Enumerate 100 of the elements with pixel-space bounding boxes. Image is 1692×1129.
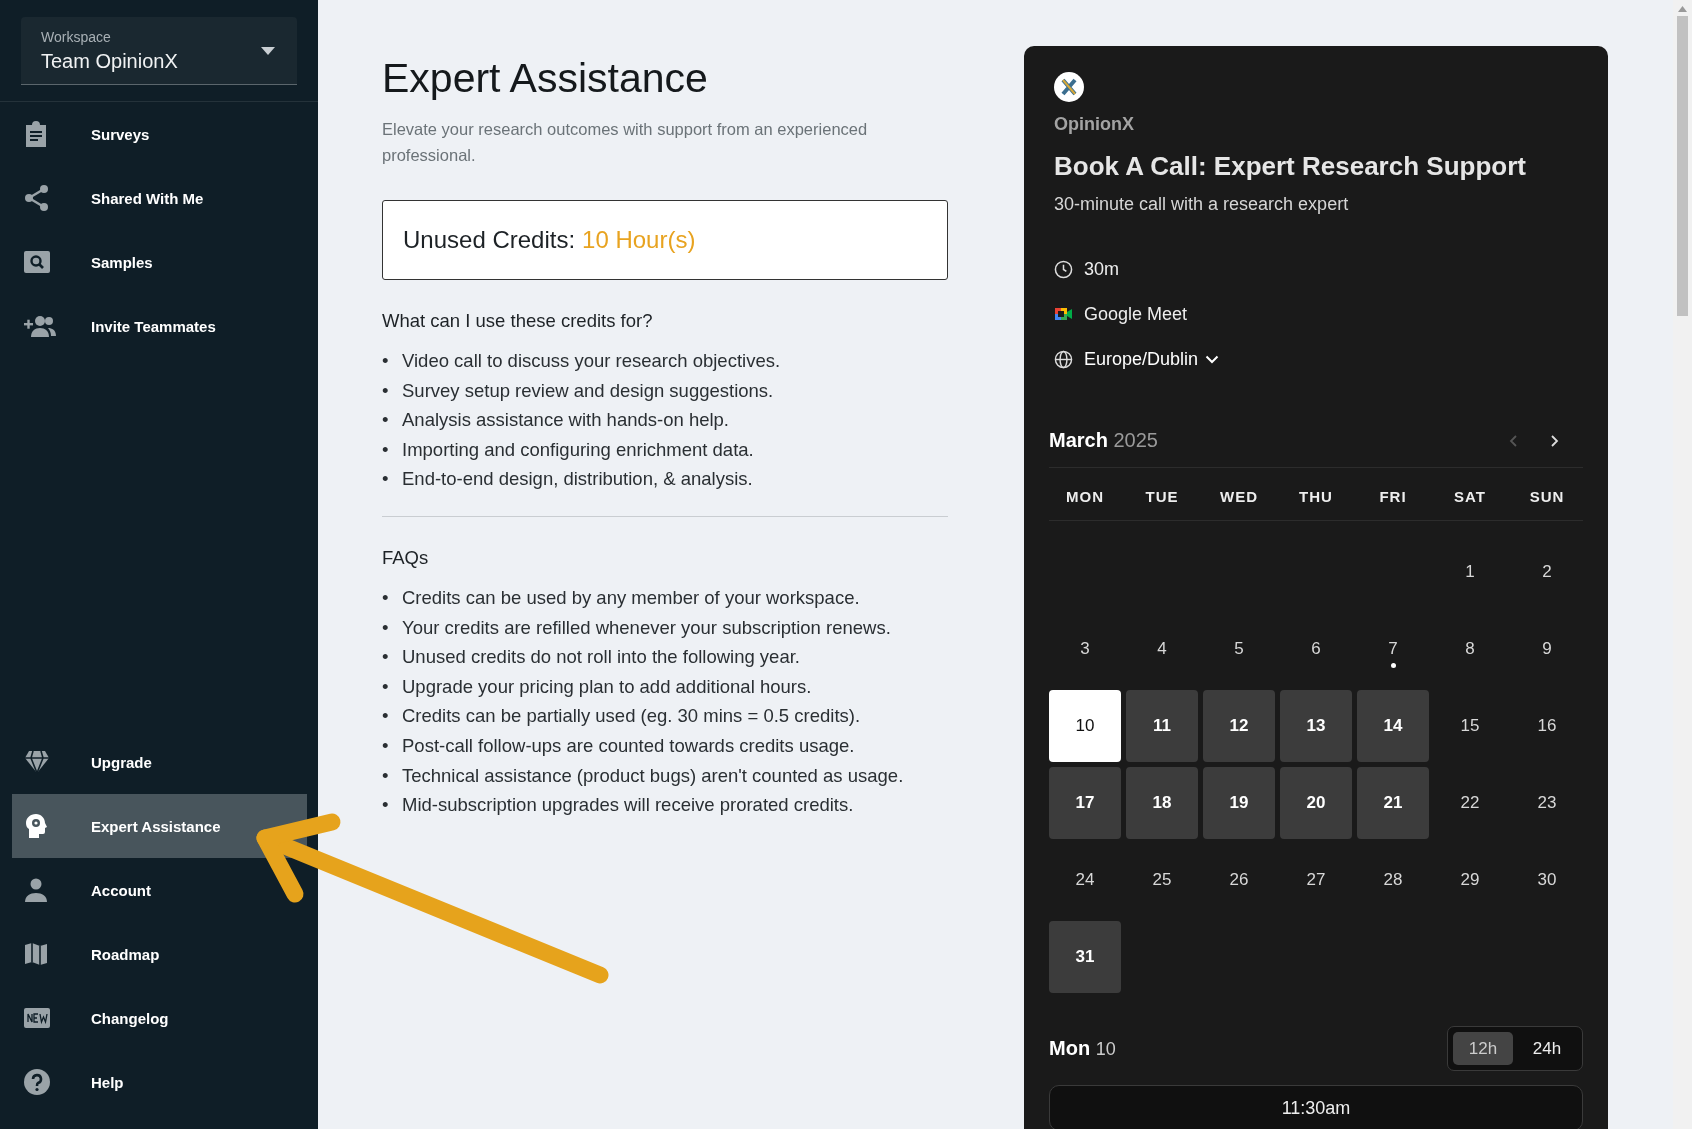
scrollbar[interactable] [1673,0,1692,1129]
calendar-day[interactable]: 13 [1280,690,1352,762]
bullet-item: • Post-call follow-ups are counted towards credits usage. [382,733,855,758]
bullet-item: • End-to-end design, distribution, & analysis. [382,467,753,492]
bullet-item: • Upgrade your pricing plan to add additional hours. [382,674,812,699]
event-description: 30-minute call with a research expert [1054,194,1350,215]
add-people-icon [24,315,56,337]
sidebar-item[interactable]: Expert Assistance [12,794,307,858]
sidebar-item[interactable]: Samples [12,230,307,294]
calendar-day: 30 [1511,844,1583,916]
month-label: March 2025 [1049,429,1158,452]
calendar-day: 27 [1280,844,1352,916]
calendar-day: 28 [1357,844,1429,916]
calendar-day[interactable]: 31 [1049,921,1121,993]
diamond-icon [24,750,50,774]
calendar-day[interactable]: 20 [1280,767,1352,839]
help-icon [24,1069,50,1095]
calendar-day: 26 [1203,844,1275,916]
chevron-left-icon [1509,433,1519,448]
workspace-label: Workspace [41,28,112,45]
calendar-day: 7 [1357,613,1429,685]
calendar-day[interactable]: 21 [1357,767,1429,839]
page-subtitle: Elevate your research outcomes with support from an experienced professional. [382,119,869,166]
weekday-label: WED [1219,488,1259,505]
calendar-day: 23 [1511,767,1583,839]
calendar-day: 29 [1434,844,1506,916]
calendar-day[interactable]: 14 [1357,690,1429,762]
bullet-item: • Unused credits do not roll into the following year. [382,645,800,670]
dropdown-caret-icon [261,46,275,55]
calendar-day[interactable]: 17 [1049,767,1121,839]
sidebar-item[interactable]: Help [12,1050,307,1114]
timezone-dropdown[interactable]: Europe/Dublin [1084,348,1220,370]
section-heading: What can I use these credits for? [382,310,654,332]
bullet-item: • Video call to discuss your research objectives. [382,349,781,373]
time-format-option[interactable]: 12h [1453,1032,1513,1065]
bullet-item: • Mid-subscription upgrades will receive prorated credits. [382,793,854,818]
globe-icon [1054,349,1073,369]
credits-label: Unused Credits: [403,226,576,254]
chevron-right-icon [1549,433,1559,448]
logo-icon [1054,72,1084,102]
credits-value: 10 Hour(s) [582,226,696,254]
calendar-day: 16 [1511,690,1583,762]
bullet-item: • Credits can be partially used (eg. 30 mins = 0.5 credits). [382,704,861,729]
section-heading: FAQs [382,546,430,569]
event-detail: 30m [1084,258,1119,280]
calendar-day[interactable]: 11 [1126,690,1198,762]
sidebar-item[interactable]: Surveys [12,102,307,166]
weekday-label: MON [1065,488,1105,505]
clipboard-icon [24,121,48,147]
share-icon [24,185,50,211]
calendar-day[interactable]: 19 [1203,767,1275,839]
person-icon [24,878,48,902]
bullet-item: • Importing and configuring enrichment data. [382,437,754,462]
calendar-day: 22 [1434,767,1506,839]
bullet-item: • Technical assistance (product bugs) aren't counted as usage. [382,763,904,788]
sidebar-item[interactable]: Invite Teammates [12,294,307,358]
map-icon [24,942,48,966]
calendar-day: 2 [1511,536,1583,608]
sidebar-item[interactable]: Changelog [12,986,307,1050]
calendar-day: 8 [1434,613,1506,685]
calendar-day[interactable]: 18 [1126,767,1198,839]
head-gear-icon [24,813,48,839]
calendar-day: 4 [1126,613,1198,685]
calendar-day: 15 [1434,690,1506,762]
sidebar-item[interactable]: Account [12,858,307,922]
calendar-day: 1 [1434,536,1506,608]
calendar-day: 24 [1049,844,1121,916]
time-format-option[interactable]: 24h [1517,1032,1577,1065]
weekday-label: THU [1298,488,1334,505]
calendar-day: 6 [1280,613,1352,685]
bullet-item: • Credits can be used by any member of your workspace. [382,585,860,610]
weekday-label: SUN [1528,488,1566,505]
weekday-label: FRI [1378,488,1408,505]
bullet-item: • Survey setup review and design suggestions. [382,378,774,403]
bullet-item: • Your credits are refilled whenever your subscription renews. [382,615,891,640]
clock-icon [1054,259,1073,279]
time-slot-button[interactable]: 11:30am [1049,1085,1583,1129]
scrollbar-thumb[interactable] [1677,16,1688,316]
sidebar-item[interactable]: Shared With Me [12,166,307,230]
search-icon [24,251,50,273]
sidebar-item[interactable]: Roadmap [12,922,307,986]
calendar-day: 3 [1049,613,1121,685]
event-title: Book A Call: Expert Research Support [1054,151,1527,182]
calendar-day: 25 [1126,844,1198,916]
calendar-day: 9 [1511,613,1583,685]
chevron-down-icon [1205,354,1220,364]
bullet-item: • Analysis assistance with hands-on help. [382,408,729,433]
selected-date-label: Mon 10 [1049,1037,1116,1060]
weekday-label: TUE [1144,488,1180,505]
calendar-day[interactable]: 12 [1203,690,1275,762]
calendar-day: 5 [1203,613,1275,685]
sidebar-item[interactable]: Upgrade [12,730,307,794]
scroll-up-arrow-icon [1678,6,1687,12]
weekday-label: SAT [1453,488,1487,505]
workspace-selector[interactable]: Workspace Team OpinionX [21,17,297,85]
organizer-name: OpinionX [1054,114,1135,135]
workspace-name: Team OpinionX [41,49,178,73]
calendar-day[interactable]: 10 [1049,690,1121,762]
event-detail: Google Meet [1084,303,1188,325]
video-camera-icon [1054,306,1073,322]
